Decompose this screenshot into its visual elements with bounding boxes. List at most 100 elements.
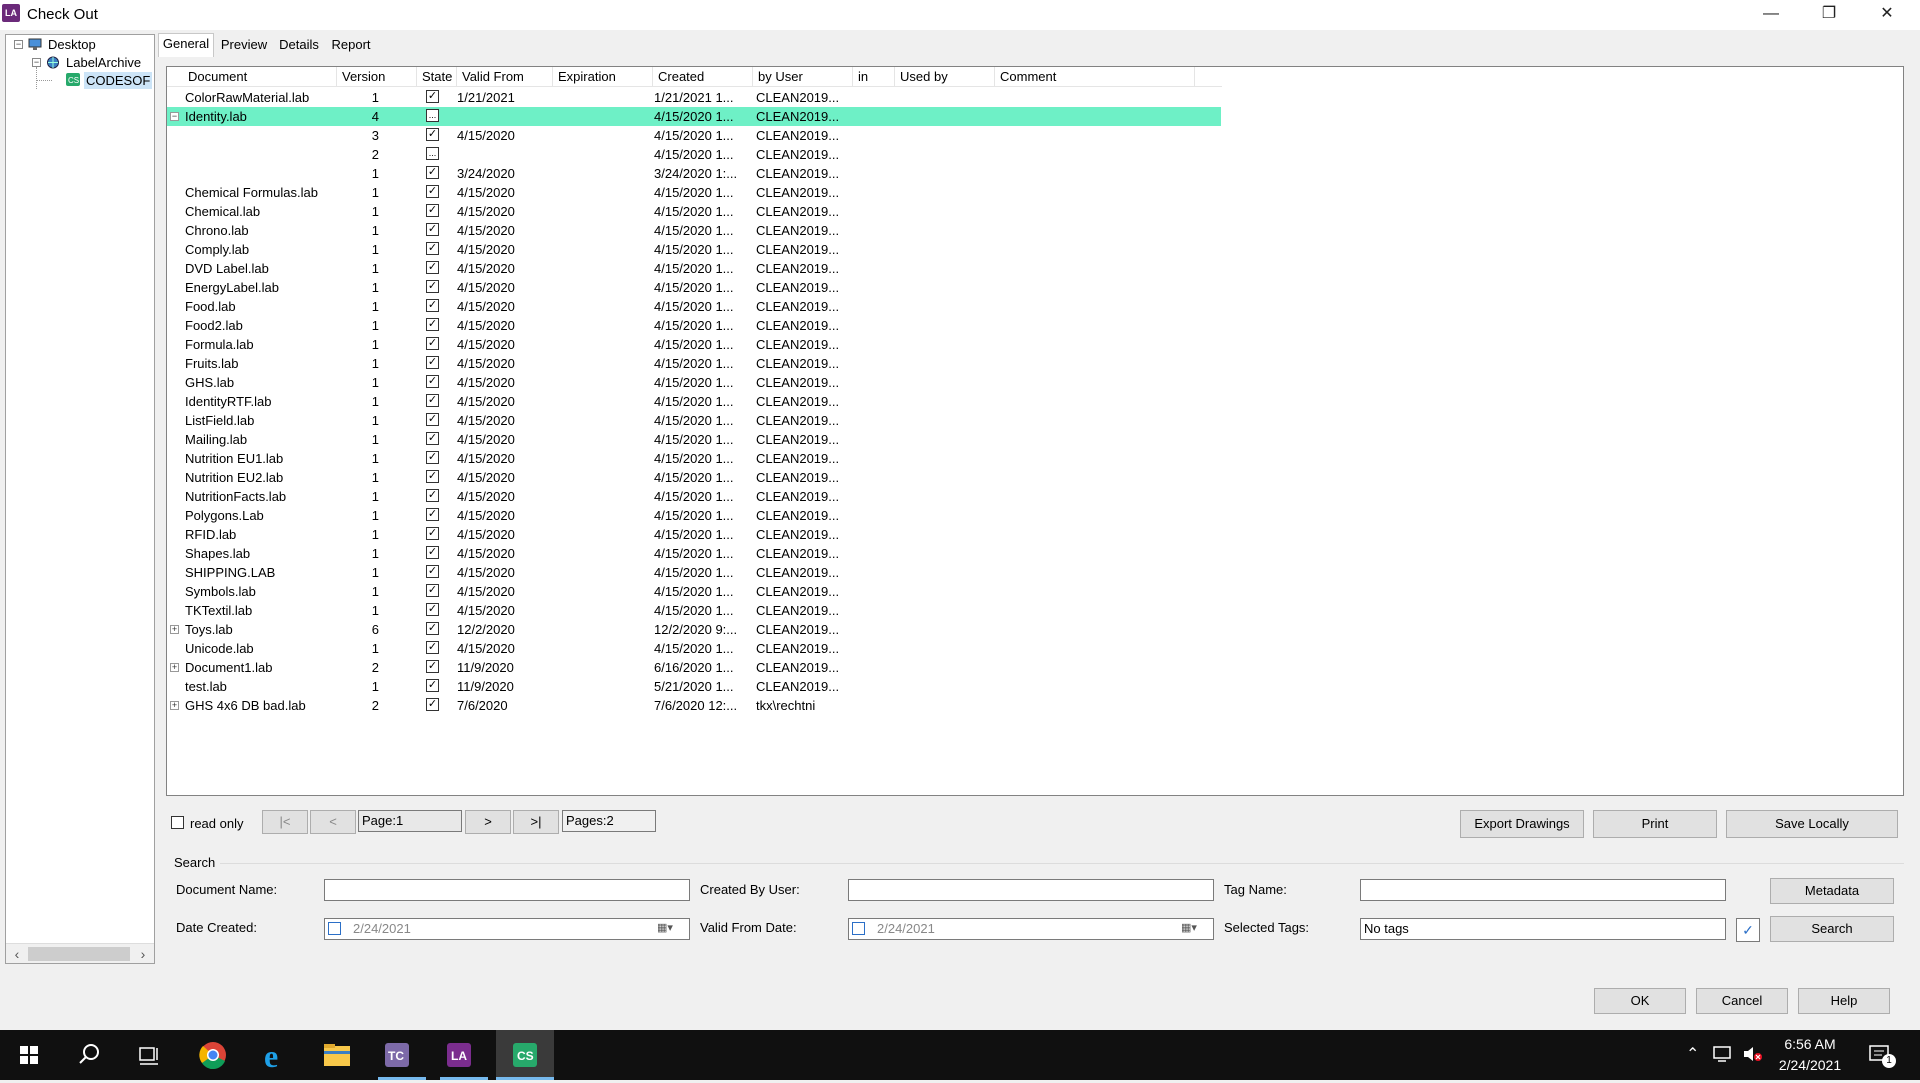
la-icon[interactable]: LA	[434, 1030, 488, 1080]
tc-icon[interactable]: TC	[372, 1030, 426, 1080]
table-row[interactable]: − Identity.lab 4... 4/15/2020 1... CLEAN2019…	[167, 107, 1221, 126]
table-row[interactable]: TKTextil.lab 1 ✓ 4/15/2020 4/15/2020 1... CLE…	[167, 601, 1221, 620]
scroll-thumb[interactable]	[28, 947, 130, 961]
table-row[interactable]: Formula.lab 1 ✓ 4/15/2020 4/15/2020 1... CLEA…	[167, 335, 1221, 354]
table-row[interactable]: + Toys.lab 6 ✓ 12/2/2020 12/2/2020 9:... CLEAN…	[167, 620, 1221, 639]
clock-time[interactable]: 6:56 AM	[1770, 1036, 1850, 1052]
tree-item-labelarchive[interactable]: LabelArchive	[66, 54, 141, 71]
table-row[interactable]: GHS.lab 1 ✓ 4/15/2020 4/15/2020 1... CLEAN201…	[167, 373, 1221, 392]
valid-from-date-checkbox[interactable]	[852, 922, 865, 935]
tab-preview[interactable]: Preview	[216, 34, 272, 56]
table-row[interactable]: Unicode.lab 1 ✓ 4/15/2020 4/15/2020 1... CLEA…	[167, 639, 1221, 658]
tab-details[interactable]: Details	[274, 34, 324, 56]
column-header-created[interactable]: Created	[653, 67, 753, 87]
table-row[interactable]: ListField.lab 1 ✓ 4/15/2020 4/15/2020 1... CL…	[167, 411, 1221, 430]
clock-date[interactable]: 2/24/2021	[1770, 1057, 1850, 1073]
print-button[interactable]: Print	[1593, 810, 1717, 838]
expand-icon[interactable]: +	[170, 663, 179, 672]
table-row[interactable]: Comply.lab 1 ✓ 4/15/2020 4/15/2020 1... CLEAN…	[167, 240, 1221, 259]
table-row[interactable]: Chemical Formulas.lab 1 ✓ 4/15/2020 4/15/202…	[167, 183, 1221, 202]
table-row[interactable]: Shapes.lab 1 ✓ 4/15/2020 4/15/2020 1... CLEAN…	[167, 544, 1221, 563]
selected-tags-field[interactable]: No tags	[1360, 918, 1726, 940]
date-created-picker[interactable]: 2/24/2021	[324, 918, 690, 940]
table-row[interactable]: 3 ✓ 4/15/2020 4/15/2020 1... CLEAN2019...	[167, 126, 1221, 145]
column-header-version[interactable]: Version	[337, 67, 417, 87]
calendar-dropdown-icon[interactable]: ▦▾	[657, 921, 687, 937]
table-row[interactable]: Symbols.lab 1 ✓ 4/15/2020 4/15/2020 1... CLEA…	[167, 582, 1221, 601]
table-row[interactable]: DVD Label.lab 1 ✓ 4/15/2020 4/15/2020 1... CL…	[167, 259, 1221, 278]
table-row[interactable]: Food2.lab 1 ✓ 4/15/2020 4/15/2020 1... CLEAN2…	[167, 316, 1221, 335]
calendar-dropdown-icon[interactable]: ▦▾	[1181, 921, 1211, 937]
table-row[interactable]: Chemical.lab 1 ✓ 4/15/2020 4/15/2020 1... CLE…	[167, 202, 1221, 221]
column-header-comment[interactable]: Comment	[995, 67, 1195, 87]
page-number-field[interactable]: Page:1	[358, 810, 462, 832]
table-row[interactable]: Mailing.lab 1 ✓ 4/15/2020 4/15/2020 1... CLEA…	[167, 430, 1221, 449]
table-row[interactable]: NutritionFacts.lab 1 ✓ 4/15/2020 4/15/2020 1…	[167, 487, 1221, 506]
table-row[interactable]: Polygons.Lab 1 ✓ 4/15/2020 4/15/2020 1... CLE…	[167, 506, 1221, 525]
ie-icon[interactable]: e	[252, 1030, 302, 1080]
table-row[interactable]: 2... 4/15/2020 1... CLEAN2019...	[167, 145, 1221, 164]
table-row[interactable]: 1 ✓ 3/24/2020 3/24/2020 1:... CLEAN2019...	[167, 164, 1221, 183]
chrome-icon[interactable]	[188, 1030, 238, 1080]
search-icon[interactable]	[64, 1030, 114, 1080]
read-only-checkbox[interactable]	[171, 816, 184, 829]
tab-report[interactable]: Report	[326, 34, 376, 56]
volume-muted-icon[interactable]	[1742, 1045, 1764, 1063]
table-row[interactable]: Chrono.lab 1 ✓ 4/15/2020 4/15/2020 1... CLEAN…	[167, 221, 1221, 240]
column-header-used-by[interactable]: Used by	[895, 67, 995, 87]
cancel-button[interactable]: Cancel	[1696, 988, 1788, 1014]
tree-collapse-icon[interactable]: −	[14, 40, 23, 49]
tree-item-codesof[interactable]: CODESOF	[84, 72, 153, 89]
chevron-up-icon[interactable]: ⌃	[1686, 1044, 1699, 1064]
scroll-right-icon[interactable]: ›	[134, 945, 152, 963]
table-row[interactable]: + GHS 4x6 DB bad.lab 2 ✓ 7/6/2020 7/6/2020 12…	[167, 696, 1221, 715]
table-row[interactable]: EnergyLabel.lab 1 ✓ 4/15/2020 4/15/2020 1...…	[167, 278, 1221, 297]
table-row[interactable]: IdentityRTF.lab 1 ✓ 4/15/2020 4/15/2020 1...…	[167, 392, 1221, 411]
column-header-valid-from[interactable]: Valid From	[457, 67, 553, 87]
document-name-input[interactable]	[324, 879, 690, 901]
help-button[interactable]: Help	[1798, 988, 1890, 1014]
table-row[interactable]: test.lab 1 ✓ 11/9/2020 5/21/2020 1... CLEAN20…	[167, 677, 1221, 696]
table-row[interactable]: Nutrition EU2.lab 1 ✓ 4/15/2020 4/15/2020 1.…	[167, 468, 1221, 487]
column-header-by-user[interactable]: by User	[753, 67, 853, 87]
notifications-icon[interactable]: 1	[1868, 1042, 1896, 1068]
valid-from-date-picker[interactable]: 2/24/2021	[848, 918, 1214, 940]
ok-button[interactable]: OK	[1594, 988, 1686, 1014]
table-row[interactable]: SHIPPING.LAB 1 ✓ 4/15/2020 4/15/2020 1... CLE…	[167, 563, 1221, 582]
collapse-icon[interactable]: −	[170, 112, 179, 121]
table-row[interactable]: + Document1.lab 2 ✓ 11/9/2020 6/16/2020 1... C…	[167, 658, 1221, 677]
column-header-in[interactable]: in	[853, 67, 895, 87]
restore-button[interactable]: ❐	[1800, 0, 1858, 30]
last-page-button[interactable]: >|	[513, 810, 559, 834]
tag-name-input[interactable]	[1360, 879, 1726, 901]
tags-check-icon[interactable]: ✓	[1736, 918, 1760, 942]
export-drawings-button[interactable]: Export Drawings	[1460, 810, 1584, 838]
archive-tree[interactable]: − Desktop − LabelArchive CS CODESOF ‹ ›	[5, 34, 155, 964]
expand-icon[interactable]: +	[170, 625, 179, 634]
next-page-button[interactable]: >	[465, 810, 511, 834]
file-explorer-icon[interactable]	[312, 1030, 362, 1080]
column-header-expiration[interactable]: Expiration	[553, 67, 653, 87]
table-row[interactable]: RFID.lab 1 ✓ 4/15/2020 4/15/2020 1... CLEAN20…	[167, 525, 1221, 544]
minimize-button[interactable]: —	[1742, 0, 1800, 30]
table-row[interactable]: Food.lab 1 ✓ 4/15/2020 4/15/2020 1... CLEAN20…	[167, 297, 1221, 316]
date-created-checkbox[interactable]	[328, 922, 341, 935]
documents-grid[interactable]: Document Version State Valid From Expira…	[166, 66, 1904, 796]
metadata-button[interactable]: Metadata	[1770, 878, 1894, 904]
save-locally-button[interactable]: Save Locally	[1726, 810, 1898, 838]
created-by-user-input[interactable]	[848, 879, 1214, 901]
table-row[interactable]: Fruits.lab 1 ✓ 4/15/2020 4/15/2020 1... CLEAN…	[167, 354, 1221, 373]
cs-icon[interactable]: CS	[496, 1030, 554, 1080]
prev-page-button[interactable]: <	[310, 810, 356, 834]
start-icon[interactable]	[4, 1030, 54, 1080]
tree-horizontal-scrollbar[interactable]: ‹ ›	[6, 943, 154, 963]
close-button[interactable]: ✕	[1858, 0, 1916, 30]
table-row[interactable]: Nutrition EU1.lab 1 ✓ 4/15/2020 4/15/2020 1.…	[167, 449, 1221, 468]
task-view-icon[interactable]	[124, 1030, 174, 1080]
network-icon[interactable]	[1712, 1045, 1734, 1063]
search-button[interactable]: Search	[1770, 916, 1894, 942]
table-row[interactable]: ColorRawMaterial.lab 1 ✓ 1/21/2021 1/21/2021…	[167, 88, 1221, 107]
column-header-state[interactable]: State	[417, 67, 457, 87]
expand-icon[interactable]: +	[170, 701, 179, 710]
first-page-button[interactable]: |<	[262, 810, 308, 834]
